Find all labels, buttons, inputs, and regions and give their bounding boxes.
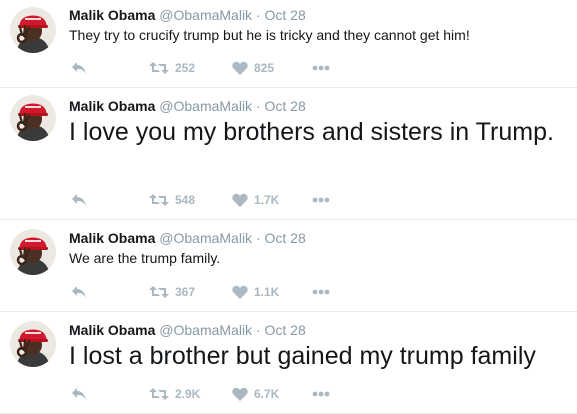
separator-dot: · bbox=[255, 322, 261, 338]
tweet[interactable]: Malik Obama @ObamaMalik · Oct 28 I love … bbox=[0, 88, 577, 220]
reply-icon bbox=[72, 194, 86, 206]
reply-button[interactable] bbox=[71, 60, 87, 76]
reply-button[interactable] bbox=[71, 192, 87, 208]
timestamp[interactable]: Oct 28 bbox=[265, 7, 306, 23]
tweet-header: Malik Obama @ObamaMalik · Oct 28 bbox=[69, 7, 306, 23]
tweet-text: I love you my brothers and sisters in Tr… bbox=[69, 118, 554, 146]
more-button[interactable] bbox=[312, 60, 330, 76]
retweet-button[interactable]: 252 bbox=[149, 60, 195, 76]
reply-icon bbox=[72, 388, 86, 400]
tweet-actions: 252 825 bbox=[71, 60, 371, 76]
retweet-icon bbox=[149, 388, 169, 400]
like-count: 825 bbox=[254, 61, 275, 75]
retweet-button[interactable]: 367 bbox=[149, 284, 195, 300]
timestamp[interactable]: Oct 28 bbox=[265, 230, 306, 246]
user-handle[interactable]: @ObamaMalik bbox=[159, 98, 252, 114]
avatar[interactable] bbox=[10, 7, 56, 53]
like-count: 1.1K bbox=[254, 285, 280, 299]
like-button[interactable]: 825 bbox=[232, 60, 274, 76]
timestamp[interactable]: Oct 28 bbox=[265, 322, 306, 338]
tweet-header: Malik Obama @ObamaMalik · Oct 28 bbox=[69, 98, 306, 114]
retweet-button[interactable]: 548 bbox=[149, 192, 195, 208]
tweet[interactable]: Malik Obama @ObamaMalik · Oct 28 They tr… bbox=[0, 0, 577, 88]
like-count: 1.7K bbox=[254, 193, 280, 207]
retweet-icon bbox=[149, 286, 169, 298]
tweet-feed: Malik Obama @ObamaMalik · Oct 28 They tr… bbox=[0, 0, 577, 414]
more-button[interactable] bbox=[312, 284, 330, 300]
tweet-actions: 367 1.1K bbox=[71, 284, 371, 300]
heart-icon bbox=[232, 193, 248, 207]
timestamp[interactable]: Oct 28 bbox=[265, 98, 306, 114]
retweet-icon bbox=[149, 62, 169, 74]
like-button[interactable]: 1.1K bbox=[232, 284, 279, 300]
user-handle[interactable]: @ObamaMalik bbox=[159, 322, 252, 338]
more-button[interactable] bbox=[312, 192, 330, 208]
retweet-count: 367 bbox=[175, 285, 196, 299]
avatar[interactable] bbox=[10, 229, 56, 275]
user-handle[interactable]: @ObamaMalik bbox=[159, 230, 252, 246]
avatar[interactable] bbox=[10, 321, 56, 367]
separator-dot: · bbox=[255, 7, 261, 23]
reply-button[interactable] bbox=[71, 386, 87, 402]
tweet-text: We are the trump family. bbox=[69, 250, 221, 266]
display-name[interactable]: Malik Obama bbox=[69, 98, 155, 114]
reply-button[interactable] bbox=[71, 284, 87, 300]
user-handle[interactable]: @ObamaMalik bbox=[159, 7, 252, 23]
tweet-header: Malik Obama @ObamaMalik · Oct 28 bbox=[69, 322, 306, 338]
display-name[interactable]: Malik Obama bbox=[69, 7, 155, 23]
tweet[interactable]: Malik Obama @ObamaMalik · Oct 28 I lost … bbox=[0, 312, 577, 414]
more-icon bbox=[312, 197, 330, 203]
like-count: 6.7K bbox=[254, 387, 280, 401]
more-icon bbox=[312, 289, 330, 295]
heart-icon bbox=[232, 387, 248, 401]
tweet-actions: 548 1.7K bbox=[71, 192, 371, 208]
reply-icon bbox=[72, 62, 86, 74]
tweet-actions: 2.9K 6.7K bbox=[71, 386, 371, 402]
avatar[interactable] bbox=[10, 95, 56, 141]
separator-dot: · bbox=[255, 98, 261, 114]
separator-dot: · bbox=[255, 230, 261, 246]
tweet-text: I lost a brother but gained my trump fam… bbox=[69, 342, 536, 370]
retweet-icon bbox=[149, 194, 169, 206]
retweet-button[interactable]: 2.9K bbox=[149, 386, 200, 402]
tweet[interactable]: Malik Obama @ObamaMalik · Oct 28 We are … bbox=[0, 220, 577, 312]
more-button[interactable] bbox=[312, 386, 330, 402]
more-icon bbox=[312, 65, 330, 71]
more-icon bbox=[312, 391, 330, 397]
display-name[interactable]: Malik Obama bbox=[69, 322, 155, 338]
retweet-count: 2.9K bbox=[175, 387, 201, 401]
reply-icon bbox=[72, 286, 86, 298]
tweet-header: Malik Obama @ObamaMalik · Oct 28 bbox=[69, 230, 306, 246]
like-button[interactable]: 6.7K bbox=[232, 386, 279, 402]
tweet-text: They try to crucify trump but he is tric… bbox=[69, 27, 470, 43]
heart-icon bbox=[232, 285, 248, 299]
retweet-count: 252 bbox=[175, 61, 196, 75]
retweet-count: 548 bbox=[175, 193, 196, 207]
like-button[interactable]: 1.7K bbox=[232, 192, 279, 208]
heart-icon bbox=[232, 61, 248, 75]
display-name[interactable]: Malik Obama bbox=[69, 230, 155, 246]
